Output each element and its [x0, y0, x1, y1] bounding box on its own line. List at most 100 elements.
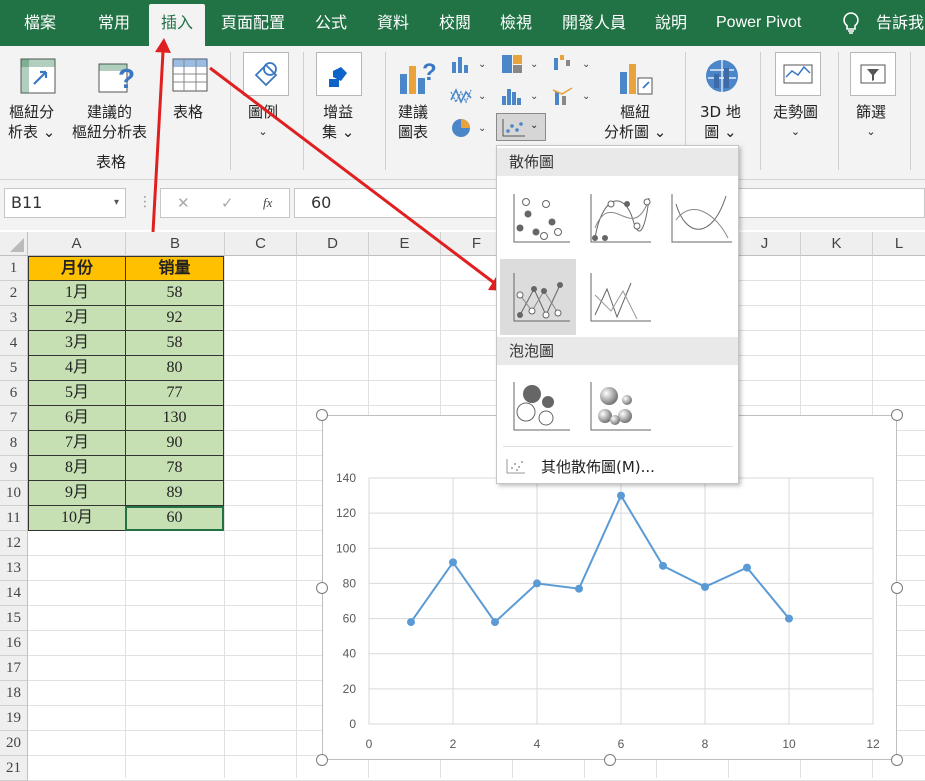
sales-cell[interactable]: 89	[125, 481, 224, 506]
insert-function-icon[interactable]: fx	[263, 195, 272, 211]
pie-chart-icon[interactable]	[450, 118, 472, 138]
resize-handle[interactable]	[316, 582, 328, 594]
tab-help[interactable]: 說明	[655, 0, 687, 46]
row-header-6[interactable]: 6	[0, 381, 28, 406]
month-cell[interactable]: 3月	[28, 331, 126, 356]
row-header-21[interactable]: 21	[0, 756, 28, 781]
sales-cell[interactable]: 60	[125, 506, 224, 531]
row-header-4[interactable]: 4	[0, 331, 28, 356]
tab-tell-me[interactable]: 告訴我	[876, 0, 924, 46]
filter-icon[interactable]	[850, 52, 896, 96]
month-cell[interactable]: 8月	[28, 456, 126, 481]
chevron-down-icon[interactable]: ⌄	[478, 91, 486, 102]
chevron-down-icon[interactable]: ⌄	[478, 123, 486, 134]
sales-cell[interactable]: 90	[125, 431, 224, 456]
resize-handle[interactable]	[891, 409, 903, 421]
name-box[interactable]: B11 ▾	[4, 188, 126, 218]
chevron-down-icon[interactable]: ⌄	[530, 91, 538, 102]
sales-cell[interactable]: 58	[125, 281, 224, 306]
row-header-17[interactable]: 17	[0, 656, 28, 681]
globe-icon[interactable]	[702, 56, 742, 96]
resize-handle[interactable]	[316, 409, 328, 421]
sparklines-button[interactable]: 走勢圖 ⌄	[773, 102, 818, 142]
more-scatter-charts-item[interactable]: 其他散佈圖(M)...	[497, 450, 738, 482]
column-header-k[interactable]: K	[801, 232, 873, 256]
tab-insert[interactable]: 插入	[149, 4, 206, 46]
tab-review[interactable]: 校閱	[439, 0, 471, 46]
chevron-down-icon[interactable]: ⌄	[530, 59, 538, 70]
resize-handle[interactable]	[891, 582, 903, 594]
bubble-option[interactable]	[500, 368, 576, 444]
sales-cell[interactable]: 130	[125, 406, 224, 431]
month-cell[interactable]: 2月	[28, 306, 126, 331]
sales-cell[interactable]: 77	[125, 381, 224, 406]
pivot-chart-icon[interactable]	[618, 58, 656, 98]
row-header-2[interactable]: 2	[0, 281, 28, 306]
scatter-chart-button[interactable]: ⌄	[496, 113, 546, 141]
resize-handle[interactable]	[891, 754, 903, 766]
tab-data[interactable]: 資料	[377, 0, 409, 46]
statistic-chart-icon[interactable]	[501, 86, 523, 106]
row-header-12[interactable]: 12	[0, 531, 28, 556]
row-header-19[interactable]: 19	[0, 706, 28, 731]
row-header-15[interactable]: 15	[0, 606, 28, 631]
tab-home[interactable]: 常用	[98, 0, 130, 46]
scatter-smooth-lines-option[interactable]	[662, 180, 738, 256]
column-header-j[interactable]: J	[729, 232, 801, 256]
column-header-d[interactable]: D	[297, 232, 369, 256]
column-chart-icon[interactable]	[450, 54, 472, 74]
3d-map-button[interactable]: 3D 地圖 ⌄	[700, 102, 741, 142]
scatter-lines-markers-option[interactable]	[500, 259, 576, 335]
tab-formulas[interactable]: 公式	[315, 0, 347, 46]
resize-handle[interactable]	[604, 754, 616, 766]
row-header-8[interactable]: 8	[0, 431, 28, 456]
line-chart-icon[interactable]	[450, 86, 472, 106]
header-cell-month[interactable]: 月份	[28, 256, 126, 281]
sales-cell[interactable]: 58	[125, 331, 224, 356]
month-cell[interactable]: 10月	[28, 506, 126, 531]
enter-icon[interactable]: ✓	[221, 194, 234, 212]
illustrations-icon[interactable]	[243, 52, 289, 96]
month-cell[interactable]: 9月	[28, 481, 126, 506]
month-cell[interactable]: 6月	[28, 406, 126, 431]
row-header-3[interactable]: 3	[0, 306, 28, 331]
addins-button[interactable]: 增益集 ⌄	[322, 102, 354, 142]
recommended-pivot-button[interactable]: 建議的 樞紐分析表	[72, 102, 147, 142]
row-header-11[interactable]: 11	[0, 506, 28, 531]
combo-chart-icon[interactable]	[552, 86, 574, 106]
tab-developer[interactable]: 開發人員	[562, 0, 626, 46]
recommended-pivot-icon[interactable]: ?	[98, 58, 136, 96]
illustrations-button[interactable]: 圖例 ⌄	[248, 102, 278, 142]
row-header-16[interactable]: 16	[0, 631, 28, 656]
header-cell-sales[interactable]: 销量	[125, 256, 224, 281]
column-header-e[interactable]: E	[369, 232, 441, 256]
name-box-chevron-icon[interactable]: ▾	[114, 189, 119, 217]
row-header-5[interactable]: 5	[0, 356, 28, 381]
chevron-down-icon[interactable]: ⌄	[582, 91, 590, 102]
month-cell[interactable]: 7月	[28, 431, 126, 456]
sales-cell[interactable]: 78	[125, 456, 224, 481]
column-header-c[interactable]: C	[225, 232, 297, 256]
scatter-straight-lines-option[interactable]	[581, 259, 657, 335]
hierarchy-chart-icon[interactable]	[501, 54, 523, 74]
row-header-20[interactable]: 20	[0, 731, 28, 756]
tab-page-layout[interactable]: 頁面配置	[221, 0, 285, 46]
table-icon[interactable]	[172, 58, 208, 92]
waterfall-chart-icon[interactable]	[552, 54, 574, 74]
sparklines-icon[interactable]	[775, 52, 821, 96]
column-header-a[interactable]: A	[28, 232, 126, 256]
month-cell[interactable]: 1月	[28, 281, 126, 306]
month-cell[interactable]: 5月	[28, 381, 126, 406]
row-header-10[interactable]: 10	[0, 481, 28, 506]
pivot-chart-button[interactable]: 樞紐 分析圖 ⌄	[604, 102, 666, 142]
column-header-b[interactable]: B	[126, 232, 225, 256]
filters-button[interactable]: 篩選 ⌄	[856, 102, 886, 142]
cancel-icon[interactable]: ✕	[177, 194, 190, 212]
row-header-9[interactable]: 9	[0, 456, 28, 481]
pivot-table-icon[interactable]	[20, 58, 56, 94]
row-header-1[interactable]: 1	[0, 256, 28, 281]
chevron-down-icon[interactable]: ⌄	[478, 59, 486, 70]
scatter-markers-only-option[interactable]	[500, 180, 576, 256]
tab-file[interactable]: 檔案	[24, 0, 56, 46]
tab-power-pivot[interactable]: Power Pivot	[716, 0, 801, 46]
